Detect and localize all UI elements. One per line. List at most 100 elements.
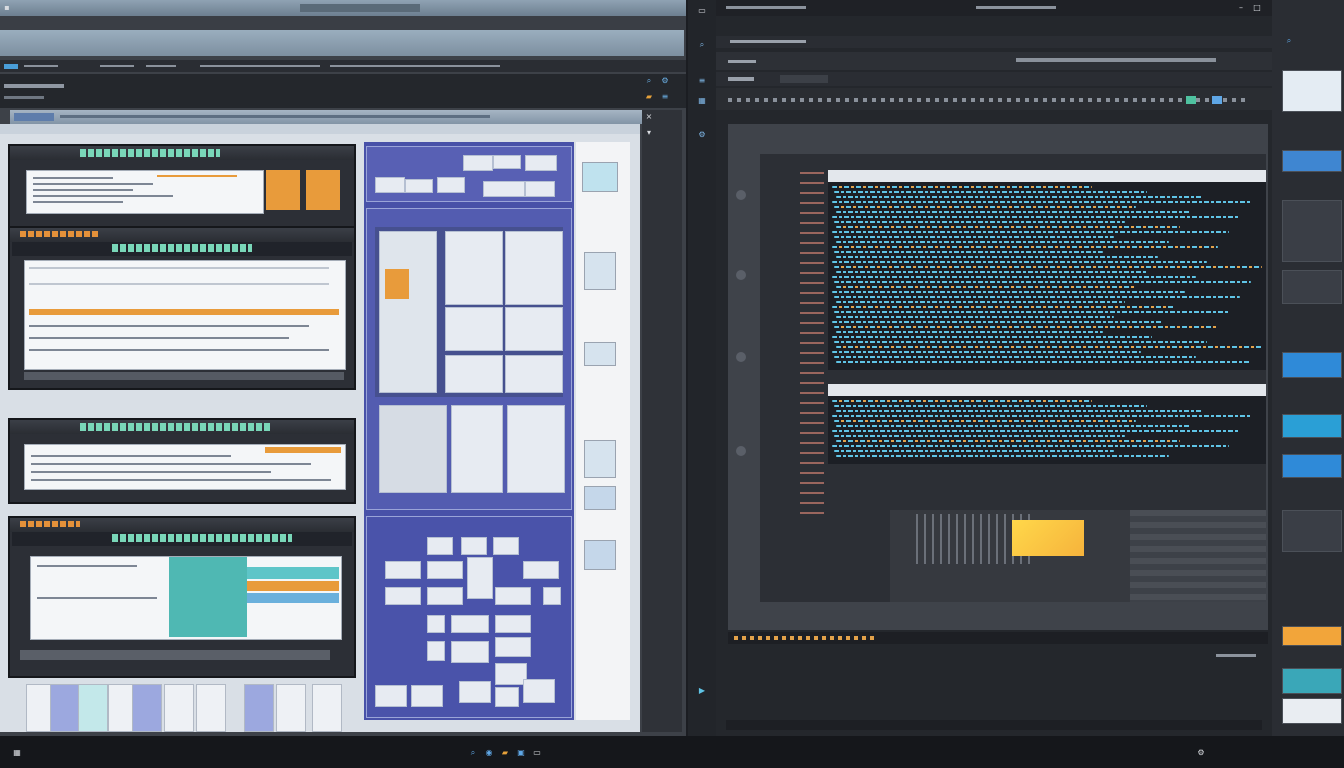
- chevron-down-icon[interactable]: ▾: [644, 128, 654, 138]
- template-card[interactable]: [451, 641, 489, 663]
- template-list-block[interactable]: [366, 516, 572, 718]
- template-card[interactable]: [379, 231, 437, 393]
- menu-item[interactable]: [200, 65, 320, 67]
- template-card[interactable]: [467, 557, 493, 599]
- preview-panel-2[interactable]: [8, 226, 356, 390]
- page-thumbnail[interactable]: [276, 684, 306, 732]
- status-icon[interactable]: [1212, 96, 1222, 104]
- template-card[interactable]: [375, 177, 405, 193]
- template-card[interactable]: [505, 231, 563, 305]
- template-card[interactable]: [495, 587, 531, 605]
- gear-icon[interactable]: ⚙: [660, 76, 670, 86]
- side-thumbnail[interactable]: [1282, 668, 1342, 694]
- page-thumbnail[interactable]: [244, 684, 274, 732]
- sidebar-thumbnail[interactable]: [584, 440, 616, 478]
- breakpoint-marker[interactable]: [736, 352, 746, 362]
- template-card[interactable]: [445, 231, 503, 305]
- page-thumbnail[interactable]: [164, 684, 194, 732]
- toolbar-icon-row[interactable]: [728, 98, 1248, 102]
- template-card[interactable]: [451, 405, 503, 493]
- close-icon[interactable]: ×: [644, 112, 654, 122]
- side-thumbnail[interactable]: [1282, 454, 1342, 478]
- template-card[interactable]: [427, 641, 445, 661]
- editor-icon[interactable]: ▣: [516, 748, 526, 758]
- right-side-panel[interactable]: ⌕: [1272, 0, 1344, 736]
- template-card[interactable]: [543, 587, 561, 605]
- sidebar-thumbnail[interactable]: [582, 162, 618, 192]
- template-card[interactable]: [385, 561, 421, 579]
- preview-panel-4[interactable]: [8, 516, 356, 678]
- template-card[interactable]: [505, 307, 563, 351]
- template-card[interactable]: [505, 355, 563, 393]
- thumbnail-sidebar[interactable]: [576, 142, 630, 720]
- toolbar-button-group[interactable]: [780, 75, 828, 83]
- template-header-block[interactable]: [366, 146, 572, 202]
- template-card[interactable]: [375, 685, 407, 707]
- side-thumbnail[interactable]: [1282, 698, 1342, 724]
- code-editor-panel-2[interactable]: [828, 384, 1266, 464]
- browser-icon[interactable]: ◉: [484, 748, 494, 758]
- left-document-tabstrip[interactable]: [10, 110, 642, 124]
- side-thumbnail[interactable]: [1282, 626, 1342, 646]
- selected-clip-card[interactable]: [1012, 520, 1084, 556]
- right-titlebar[interactable]: – □: [716, 0, 1272, 16]
- search-icon[interactable]: ⌕: [1284, 36, 1294, 46]
- template-card[interactable]: [495, 615, 531, 633]
- page-thumbnail[interactable]: [78, 684, 108, 732]
- breakpoint-marker[interactable]: [736, 270, 746, 280]
- layers-icon[interactable]: ≡: [697, 76, 707, 86]
- activity-bar[interactable]: ▭ ⌕ ≡ ▦ ⚙ ▶: [688, 0, 716, 736]
- template-card[interactable]: [445, 355, 503, 393]
- template-card[interactable]: [445, 307, 503, 351]
- sidebar-thumbnail[interactable]: [584, 540, 616, 570]
- right-toolbar[interactable]: [716, 52, 1272, 70]
- folder-icon[interactable]: ▰: [500, 748, 510, 758]
- template-card[interactable]: [427, 615, 445, 633]
- preview-panel-1[interactable]: [8, 144, 356, 230]
- template-card[interactable]: [463, 155, 493, 171]
- status-icon[interactable]: [1186, 96, 1196, 104]
- taskbar[interactable]: ▦ ⌕ ◉ ▰ ▣ ▭ ⚙: [0, 736, 1344, 768]
- side-thumbnail[interactable]: [1282, 150, 1342, 172]
- template-grid-block[interactable]: [366, 208, 572, 510]
- properties-list[interactable]: [1130, 510, 1266, 602]
- search-icon[interactable]: ⌕: [644, 76, 654, 86]
- orange-card[interactable]: [266, 170, 300, 210]
- sidebar-thumbnail[interactable]: [584, 252, 616, 290]
- page-thumbnail[interactable]: [196, 684, 226, 732]
- grid-icon[interactable]: ▦: [697, 96, 707, 106]
- layers-icon[interactable]: ≡: [660, 92, 670, 102]
- template-card[interactable]: [437, 177, 465, 193]
- template-card[interactable]: [427, 561, 463, 579]
- template-card[interactable]: [459, 681, 491, 703]
- template-card[interactable]: [483, 181, 525, 197]
- start-icon[interactable]: ▦: [12, 748, 22, 758]
- template-card[interactable]: [525, 181, 555, 197]
- left-menu-bar[interactable]: [0, 60, 686, 72]
- terminal-icon[interactable]: ▭: [532, 748, 542, 758]
- settings-icon[interactable]: ⚙: [1196, 748, 1206, 758]
- template-card[interactable]: [405, 179, 433, 193]
- menu-item[interactable]: [146, 65, 176, 67]
- left-titlebar[interactable]: ▪: [0, 0, 686, 16]
- search-icon[interactable]: ⌕: [468, 748, 478, 758]
- sidebar-thumbnail[interactable]: [584, 342, 616, 366]
- menu-item[interactable]: [24, 65, 58, 67]
- breakpoint-marker[interactable]: [736, 446, 746, 456]
- breakpoint-marker[interactable]: [736, 190, 746, 200]
- doc-tab-active[interactable]: [14, 113, 54, 121]
- folder-icon[interactable]: ▰: [644, 92, 654, 102]
- side-thumbnail[interactable]: [1282, 510, 1342, 552]
- left-tabs-row[interactable]: [0, 16, 686, 30]
- template-card[interactable]: [523, 561, 559, 579]
- template-card[interactable]: [495, 687, 519, 707]
- template-card[interactable]: [493, 155, 521, 169]
- page-thumbnail[interactable]: [132, 684, 162, 732]
- template-card[interactable]: [525, 155, 557, 171]
- template-card[interactable]: [451, 615, 489, 633]
- side-thumbnail[interactable]: [1282, 270, 1342, 304]
- tab-label[interactable]: [730, 40, 806, 43]
- template-gallery-column[interactable]: [364, 142, 574, 720]
- template-card[interactable]: [379, 405, 447, 493]
- maximize-icon[interactable]: □: [1252, 3, 1262, 13]
